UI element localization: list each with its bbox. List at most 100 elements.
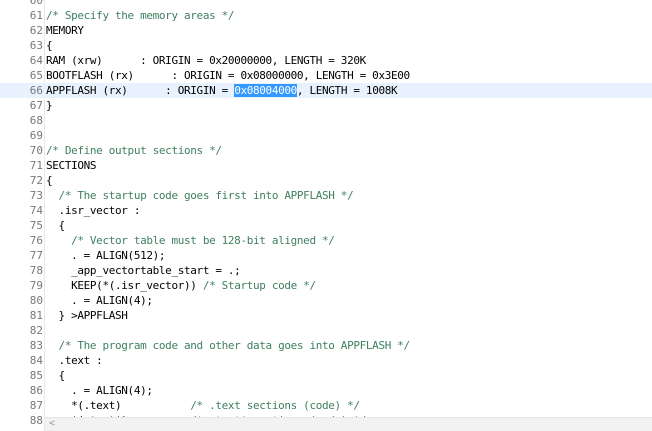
line-number: 80 bbox=[29, 294, 43, 307]
code-token: } >APPFLASH bbox=[46, 309, 128, 322]
line-number: 84 bbox=[29, 354, 43, 367]
code-line[interactable]: 68 bbox=[0, 113, 652, 128]
comment-text: /* Startup code */ bbox=[202, 279, 316, 292]
code-text[interactable]: /* The program code and other data goes … bbox=[46, 338, 411, 353]
code-text[interactable]: /* Specify the memory areas */ bbox=[46, 8, 235, 23]
selected-text: 0x08004000 bbox=[234, 84, 297, 97]
code-text[interactable]: .isr_vector : bbox=[46, 203, 141, 218]
line-number: 68 bbox=[29, 114, 43, 127]
line-number: 88 bbox=[29, 414, 43, 427]
line-number: 63 bbox=[29, 39, 43, 52]
code-line[interactable]: 78 _app_vectortable_start = .; bbox=[0, 263, 652, 278]
code-text[interactable]: } >APPFLASH bbox=[46, 308, 128, 323]
line-number: 78 bbox=[29, 264, 43, 277]
code-line[interactable]: 71 SECTIONS bbox=[0, 158, 652, 173]
code-text[interactable]: . = ALIGN(4); bbox=[46, 383, 153, 398]
code-editor[interactable]: 60 61/* Specify the memory areas */62 MEMO… bbox=[0, 0, 652, 431]
code-line[interactable]: 67} bbox=[0, 98, 652, 113]
code-token: BOOTFLASH (rx) : ORIGIN = 0x08000000, LE… bbox=[46, 69, 410, 82]
line-number: 83 bbox=[29, 339, 43, 352]
comment-text: /* Define output sections */ bbox=[46, 144, 222, 157]
line-number: 66 bbox=[29, 84, 43, 97]
line-number: 62 bbox=[29, 24, 43, 37]
line-number: 76 bbox=[29, 234, 43, 247]
code-text[interactable]: KEEP(*(.isr_vector)) /* Startup code */ bbox=[46, 278, 316, 293]
code-line[interactable]: 61/* Specify the memory areas */ bbox=[0, 8, 652, 23]
code-line[interactable]: 76 /* Vector table must be 128-bit align… bbox=[0, 233, 652, 248]
code-token: { bbox=[46, 39, 53, 52]
line-number: 74 bbox=[29, 204, 43, 217]
code-line[interactable]: 63{ bbox=[0, 38, 652, 53]
code-line[interactable]: 79 KEEP(*(.isr_vector)) /* Startup code … bbox=[0, 278, 652, 293]
code-token: .text : bbox=[46, 354, 103, 367]
code-text[interactable]: SECTIONS bbox=[46, 158, 97, 173]
line-number: 65 bbox=[29, 69, 43, 82]
code-line[interactable]: 86 . = ALIGN(4); bbox=[0, 383, 652, 398]
code-text[interactable]: { bbox=[46, 38, 53, 53]
code-text[interactable]: .text : bbox=[46, 353, 103, 368]
code-text[interactable]: { bbox=[46, 218, 66, 233]
code-text[interactable]: RAM (xrw) : ORIGIN = 0x20000000, LENGTH … bbox=[46, 53, 366, 68]
code-token: { bbox=[46, 369, 66, 382]
line-number: 71 bbox=[29, 159, 43, 172]
code-text[interactable]: *(.text) /* .text sections (code) */ bbox=[46, 398, 360, 413]
code-line[interactable]: 84 .text : bbox=[0, 353, 652, 368]
code-text[interactable]: { bbox=[46, 173, 53, 188]
code-token: APPFLASH (rx) : ORIGIN = bbox=[46, 84, 235, 97]
line-number: 85 bbox=[29, 369, 43, 382]
line-number: 72 bbox=[29, 174, 43, 187]
code-line[interactable]: 85 { bbox=[0, 368, 652, 383]
code-text[interactable]: /* Define output sections */ bbox=[46, 143, 222, 158]
code-line[interactable]: 81 } >APPFLASH bbox=[0, 308, 652, 323]
code-line[interactable]: 66 APPFLASH (rx) : ORIGIN = 0x08004000, L… bbox=[0, 83, 652, 98]
code-text[interactable]: } bbox=[46, 98, 53, 113]
code-token: .isr_vector : bbox=[46, 204, 141, 217]
line-number: 73 bbox=[29, 189, 43, 202]
code-line[interactable]: 82 bbox=[0, 323, 652, 338]
code-token: RAM (xrw) : ORIGIN = 0x20000000, LENGTH … bbox=[46, 54, 366, 67]
code-line[interactable]: 72{ bbox=[0, 173, 652, 188]
code-text[interactable]: . = ALIGN(4); bbox=[46, 293, 153, 308]
code-line[interactable]: 77 . = ALIGN(512); bbox=[0, 248, 652, 263]
line-number: 81 bbox=[29, 309, 43, 322]
comment-text: /* Specify the memory areas */ bbox=[46, 9, 235, 22]
code-line[interactable]: 65 BOOTFLASH (rx) : ORIGIN = 0x08000000, … bbox=[0, 68, 652, 83]
code-line[interactable]: 64 RAM (xrw) : ORIGIN = 0x20000000, LENGT… bbox=[0, 53, 652, 68]
code-text[interactable]: MEMORY bbox=[46, 23, 84, 38]
code-text[interactable]: _app_vectortable_start = .; bbox=[46, 263, 241, 278]
horizontal-scrollbar[interactable]: < bbox=[45, 417, 652, 431]
code-line[interactable]: 80 . = ALIGN(4); bbox=[0, 293, 652, 308]
code-token: { bbox=[46, 219, 66, 232]
code-text[interactable]: APPFLASH (rx) : ORIGIN = 0x08004000, LEN… bbox=[46, 83, 398, 98]
code-text[interactable]: /* The startup code goes first into APPF… bbox=[46, 188, 354, 203]
code-token: . = ALIGN(4); bbox=[46, 384, 153, 397]
code-line[interactable]: 83 /* The program code and other data go… bbox=[0, 338, 652, 353]
code-token: *(.text) bbox=[46, 399, 191, 412]
code-text[interactable]: BOOTFLASH (rx) : ORIGIN = 0x08000000, LE… bbox=[46, 68, 410, 83]
code-text[interactable]: . = ALIGN(512); bbox=[46, 248, 165, 263]
code-line[interactable]: 69 bbox=[0, 128, 652, 143]
line-number: 64 bbox=[29, 54, 43, 67]
code-line[interactable]: 70/* Define output sections */ bbox=[0, 143, 652, 158]
code-line[interactable]: 74 .isr_vector : bbox=[0, 203, 652, 218]
code-line[interactable]: 75 { bbox=[0, 218, 652, 233]
code-line[interactable]: 62 MEMORY bbox=[0, 23, 652, 38]
line-number: 60 bbox=[29, 0, 43, 7]
code-token: MEMORY bbox=[46, 24, 84, 37]
code-token: KEEP(*(.isr_vector)) bbox=[46, 279, 203, 292]
code-line[interactable]: 87 *(.text) /* .text sections (code) */ bbox=[0, 398, 652, 413]
code-lines[interactable]: 60 61/* Specify the memory areas */62 MEMO… bbox=[0, 0, 652, 428]
code-text[interactable]: /* Vector table must be 128-bit aligned … bbox=[46, 233, 335, 248]
line-number: 75 bbox=[29, 219, 43, 232]
scroll-left-icon[interactable]: < bbox=[49, 418, 59, 430]
line-number: 82 bbox=[29, 324, 43, 337]
code-token: { bbox=[46, 174, 53, 187]
code-line[interactable]: 73 /* The startup code goes first into A… bbox=[0, 188, 652, 203]
line-number: 87 bbox=[29, 399, 43, 412]
code-line[interactable]: 60 bbox=[0, 0, 652, 8]
code-text[interactable]: { bbox=[46, 368, 66, 383]
comment-text: /* .text sections (code) */ bbox=[190, 399, 360, 412]
